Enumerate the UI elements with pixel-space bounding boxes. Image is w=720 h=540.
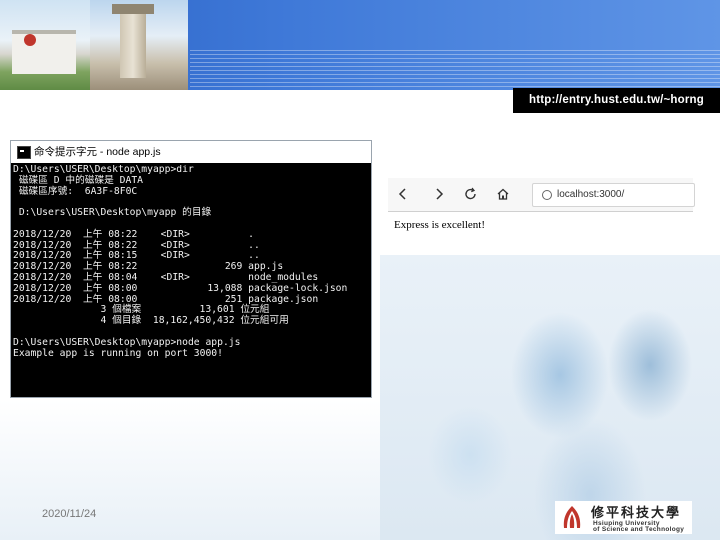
campus-building <box>12 30 76 74</box>
university-emblem-icon <box>563 506 581 528</box>
cmd-title-bar[interactable]: 命令提示字元 - node app.js <box>11 141 371 163</box>
header-stripes <box>190 50 720 90</box>
browser-toolbar: localhost:3000/ <box>388 178 695 212</box>
university-logo: 修平科技大學 Hsiuping University of Science an… <box>555 501 692 534</box>
address-url: localhost:3000/ <box>557 189 625 200</box>
campus-photo-tower <box>90 0 188 90</box>
address-bar[interactable]: localhost:3000/ <box>532 183 695 207</box>
campus-emblem <box>24 34 36 46</box>
cmd-output[interactable]: D:\Users\USER\Desktop\myapp>dir 磁碟區 D 中的… <box>13 165 367 395</box>
cmd-line: Example app is running on port 3000! <box>13 347 223 359</box>
browser-window: localhost:3000/ Express is excellent! <box>388 178 695 234</box>
campus-photo-gate <box>0 0 90 90</box>
cmd-line: 磁碟區 D 中的磁碟是 DATA <box>13 174 143 186</box>
home-icon[interactable] <box>492 184 514 204</box>
cmd-line: D:\Users\USER\Desktop\myapp>node app.js <box>13 336 241 348</box>
campus-tower <box>112 4 154 78</box>
header-banner <box>0 0 720 90</box>
refresh-icon[interactable] <box>460 184 482 204</box>
url-banner: http://entry.hust.edu.tw/~horng <box>513 88 720 113</box>
slide-date: 2020/11/24 <box>42 508 97 520</box>
university-name-en-2: of Science and Technology <box>593 526 685 533</box>
university-name-cn: 修平科技大學 <box>591 506 682 521</box>
cmd-line: 2018/12/20 上午 08:22 <DIR> . <box>13 228 255 240</box>
forward-arrow-icon[interactable] <box>428 184 450 204</box>
cmd-line: 2018/12/20 上午 08:00 13,088 package-lock.… <box>13 282 348 294</box>
back-arrow-icon[interactable] <box>392 184 414 204</box>
cmd-line: 4 個目錄 18,162,450,432 位元組可用 <box>13 315 289 327</box>
cmd-line: D:\Users\USER\Desktop\myapp 的目錄 <box>13 207 212 219</box>
site-info-icon[interactable] <box>542 190 552 200</box>
cmd-window: 命令提示字元 - node app.js D:\Users\USER\Deskt… <box>10 140 372 398</box>
page-content-text: Express is excellent! <box>394 219 486 231</box>
background-photo <box>380 255 720 540</box>
cmd-window-title: 命令提示字元 - node app.js <box>34 146 161 158</box>
cmd-window-icon <box>17 146 31 159</box>
cmd-line: 磁碟區序號: 6A3F-8F0C <box>13 185 138 197</box>
